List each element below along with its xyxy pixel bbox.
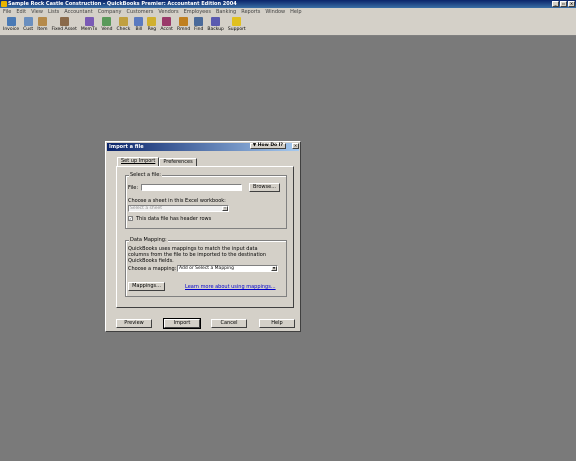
sheet-select-value: Select a sheet: [130, 206, 162, 211]
toolbar-button-reg[interactable]: Reg: [145, 16, 158, 36]
sheet-label: Choose a sheet in this Excel workbook:: [128, 198, 226, 204]
tab-set-up-import[interactable]: Set up Import: [117, 157, 160, 166]
menu-item-help[interactable]: Help: [290, 9, 301, 15]
invoice-icon: [6, 17, 16, 26]
how-do-i-label: How Do I?: [257, 143, 283, 148]
toolbar-button-fixed-asset[interactable]: Fixed Asset: [49, 16, 78, 36]
vendor-icon: [102, 17, 112, 26]
toolbar-button-rmnd[interactable]: Rmnd: [175, 16, 192, 36]
menu-item-view[interactable]: View: [31, 9, 43, 15]
menu-bar: File Edit View Lists Accountant Company Custom…: [0, 8, 576, 16]
menu-item-accountant[interactable]: Accountant: [64, 9, 92, 15]
bill-icon: [134, 17, 144, 26]
support-icon: [232, 17, 242, 26]
menu-item-window[interactable]: Window: [265, 9, 285, 15]
accounts-icon: [162, 17, 172, 26]
preview-button[interactable]: Preview: [116, 319, 152, 328]
reminders-icon: [179, 17, 189, 26]
toolbar-label: Cust: [23, 27, 34, 32]
toolbar-label: Accnt: [160, 27, 173, 32]
toolbar-button-accnt[interactable]: Accnt: [158, 16, 175, 36]
app-title-bar: Sample Rock Castle Construction - QuickB…: [0, 0, 576, 8]
tab-preferences[interactable]: Preferences: [159, 158, 197, 166]
toolbar-label: Check: [116, 27, 131, 32]
find-icon: [194, 17, 204, 26]
header-rows-label: This data file has header rows: [136, 216, 212, 222]
file-label: File:: [128, 185, 139, 191]
toolbar-button-cust[interactable]: Cust: [21, 16, 35, 36]
toolbar-label: Reg: [147, 27, 157, 32]
toolbar-label: Support: [227, 27, 246, 32]
choose-mapping-label: Choose a mapping:: [128, 266, 177, 272]
import-file-dialog: Import a file ▼ How Do I? × Set up Impor…: [105, 141, 301, 332]
menu-item-edit[interactable]: Edit: [16, 9, 26, 15]
dialog-close-icon[interactable]: ×: [292, 143, 299, 149]
menu-item-banking[interactable]: Banking: [216, 9, 236, 15]
quickbooks-logo-icon: [1, 1, 7, 7]
mappings-button[interactable]: Mappings...: [128, 282, 165, 291]
toolbar-label: Vend: [101, 27, 113, 32]
toolbar-button-invoice[interactable]: Invoice: [1, 16, 21, 36]
tab-panel: Select a file: File: Browse... Choose a …: [116, 166, 294, 308]
menu-item-customers[interactable]: Customers: [126, 9, 153, 15]
toolbar-label: Find: [194, 27, 204, 32]
customer-icon: [23, 17, 33, 26]
mapping-select[interactable]: Add or Select a Mapping ▼: [177, 265, 278, 272]
browse-button[interactable]: Browse...: [249, 183, 280, 192]
how-do-i-button[interactable]: ▼ How Do I?: [249, 143, 286, 149]
memorized-transactions-icon: [84, 17, 94, 26]
toolbar-button-backup[interactable]: Backup: [205, 16, 226, 36]
sheet-select[interactable]: Select a sheet ▼: [128, 205, 229, 212]
data-mapping-group: Data Mapping: QuickBooks uses mappings t…: [125, 237, 287, 297]
toolbar-button-item[interactable]: Item: [35, 16, 49, 36]
toolbar-label: Backup: [207, 27, 224, 32]
data-mapping-group-label: Data Mapping:: [129, 237, 168, 243]
toolbar-button-support[interactable]: Support: [226, 16, 248, 36]
mapping-select-value: Add or Select a Mapping: [179, 266, 234, 271]
toolbar-button-bill[interactable]: Bill: [132, 16, 145, 36]
icon-toolbar: Invoice Cust Item Fixed Asset MemTx Vend Check…: [0, 16, 576, 36]
data-mapping-description: QuickBooks uses mappings to match the in…: [128, 246, 267, 264]
fixed-asset-icon: [59, 17, 69, 26]
file-path-input[interactable]: [141, 184, 242, 191]
register-icon: [147, 17, 157, 26]
menu-item-reports[interactable]: Reports: [241, 9, 260, 15]
menu-item-file[interactable]: File: [3, 9, 11, 15]
help-button[interactable]: Help: [259, 319, 295, 328]
cancel-button[interactable]: Cancel: [211, 319, 247, 328]
menu-item-company[interactable]: Company: [98, 9, 122, 15]
select-file-group-label: Select a file:: [129, 172, 162, 178]
toolbar-button-find[interactable]: Find: [192, 16, 205, 36]
toolbar-label: MemTx: [80, 27, 98, 32]
app-title: Sample Rock Castle Construction - QuickB…: [8, 1, 237, 7]
toolbar-label: Invoice: [3, 27, 20, 32]
menu-item-vendors[interactable]: Vendors: [158, 9, 178, 15]
toolbar-label: Fixed Asset: [51, 27, 77, 32]
toolbar-button-check[interactable]: Check: [115, 16, 133, 36]
menu-item-employees[interactable]: Employees: [184, 9, 211, 15]
toolbar-button-memtx[interactable]: MemTx: [79, 16, 99, 36]
header-rows-checkbox[interactable]: ✓: [128, 216, 133, 221]
item-icon: [37, 17, 47, 26]
backup-icon: [211, 17, 221, 26]
select-file-group: Select a file: File: Browse... Choose a …: [125, 172, 287, 229]
toolbar-label: Bill: [135, 27, 143, 32]
menu-item-lists[interactable]: Lists: [48, 9, 59, 15]
chevron-down-icon: ▼: [222, 206, 228, 211]
import-button[interactable]: Import: [163, 318, 201, 329]
check-icon: [118, 17, 128, 26]
learn-more-mappings-link[interactable]: Learn more about using mappings...: [185, 284, 276, 290]
toolbar-label: Item: [37, 27, 48, 32]
toolbar-label: Rmnd: [176, 27, 191, 32]
close-icon[interactable]: ×: [568, 1, 575, 7]
minimize-icon[interactable]: _: [552, 1, 559, 7]
restore-icon[interactable]: ▫: [560, 1, 567, 7]
chevron-down-icon: ▼: [271, 266, 277, 271]
toolbar-button-vend[interactable]: Vend: [99, 16, 114, 36]
